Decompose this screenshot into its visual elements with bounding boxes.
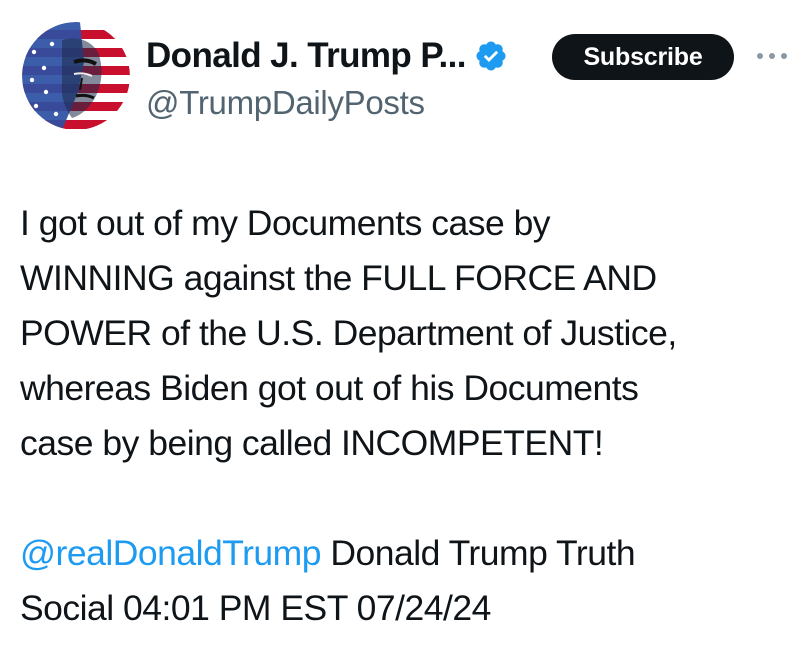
tweet-text-line: WINNING against the FULL FORCE AND [20, 258, 657, 298]
avatar[interactable] [22, 22, 130, 130]
verified-badge-icon[interactable] [474, 39, 508, 73]
author-row: Donald J. Trump P... [146, 36, 508, 76]
mention-link[interactable]: @realDonaldTrump [20, 533, 321, 573]
subscribe-button[interactable]: Subscribe [552, 34, 734, 80]
author-handle[interactable]: @TrumpDailyPosts [146, 84, 425, 122]
tweet-text-line: whereas Biden got out of his Documents [20, 368, 639, 408]
tweet-text-line: POWER of the U.S. Department of Justice, [20, 313, 677, 353]
american-flag-portrait-avatar [22, 22, 130, 130]
source-text: Donald Trump Truth [320, 533, 636, 573]
tweet-body: I got out of my Documents case by WINNIN… [20, 196, 800, 636]
tweet-source-line-2: Social 04:01 PM EST 07/24/24 [20, 588, 491, 628]
tweet-text-line: case by being called INCOMPETENT! [20, 423, 604, 463]
tweet-text-line: I got out of my Documents case by [20, 203, 551, 243]
more-options-icon[interactable] [752, 48, 792, 64]
tweet-source-line: @realDonaldTrump Donald Trump Truth [20, 526, 800, 581]
display-name[interactable]: Donald J. Trump P... [146, 36, 467, 76]
tweet-card: Donald J. Trump P... @TrumpDailyPosts Su… [0, 0, 804, 657]
